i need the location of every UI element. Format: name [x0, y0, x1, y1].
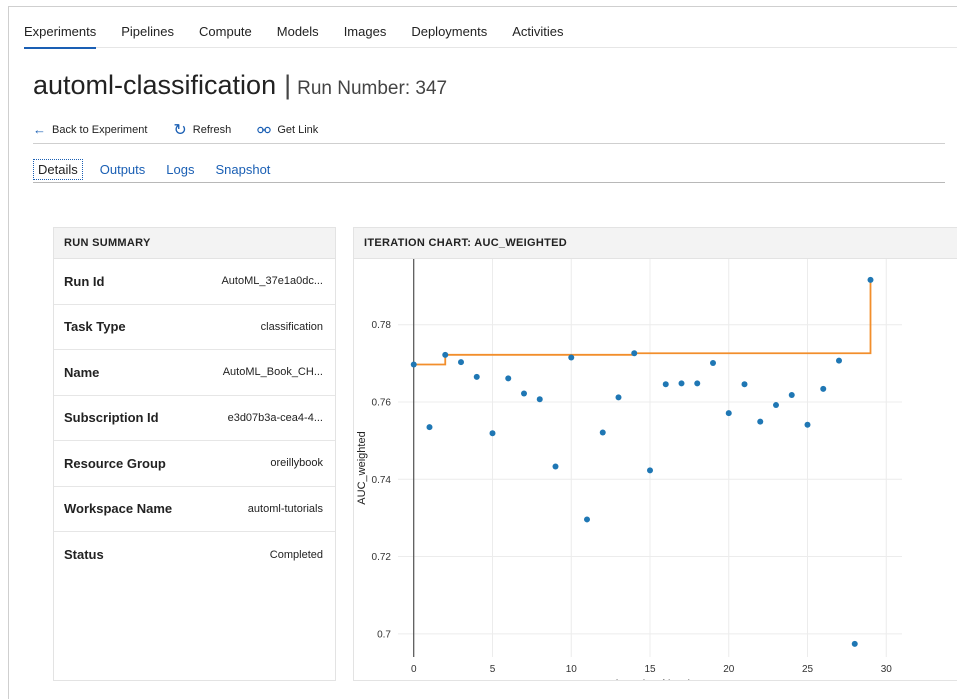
iteration-chart-panel: ITERATION CHART: AUC_WEIGHTED 0 5 10 15 20 25…: [353, 227, 957, 691]
summary-label: Name: [64, 364, 100, 380]
nav-deployments[interactable]: Deployments: [411, 18, 487, 48]
data-point: [410, 361, 417, 368]
data-point: [694, 380, 701, 387]
summary-row-subscription-id: Subscription Id e3d07b3a-cea4-4...: [54, 396, 335, 441]
data-point: [631, 350, 638, 357]
summary-label: Task Type: [64, 319, 126, 335]
back-to-experiment-button[interactable]: ← Back to Experiment: [33, 122, 147, 137]
nav-experiments[interactable]: Experiments: [24, 18, 97, 49]
summary-row-run-id: Run Id AutoML_37e1a0dc...: [54, 259, 335, 305]
tab-outputs[interactable]: Outputs: [96, 160, 150, 179]
summary-value: AutoML_Book_CH...: [222, 366, 323, 379]
data-point: [568, 354, 575, 361]
y-axis-title: AUC_weighted: [356, 431, 368, 504]
best-score-step-line: [413, 279, 872, 366]
y-tick-label: 0.78: [372, 320, 392, 331]
y-tick-label: 0.76: [372, 397, 392, 408]
data-point: [536, 396, 543, 403]
title-separator: |: [284, 70, 292, 100]
summary-row-task-type: Task Type classification: [54, 305, 335, 350]
top-nav: Experiments Pipelines Compute Models Ima…: [24, 18, 957, 49]
subtabs: Details Outputs Logs Snapshot: [33, 157, 945, 183]
y-tick-label: 0.72: [372, 552, 392, 563]
data-point: [505, 375, 512, 382]
tab-details[interactable]: Details: [33, 159, 83, 180]
y-tick-label: 0.7: [377, 629, 391, 640]
iteration-chart-heading: ITERATION CHART: AUC_WEIGHTED: [354, 228, 957, 259]
refresh-label: Refresh: [192, 123, 232, 136]
summary-row-name: Name AutoML_Book_CH...: [54, 350, 335, 396]
data-point: [757, 418, 764, 425]
summary-value: e3d07b3a-cea4-4...: [227, 411, 323, 424]
data-point: [662, 381, 669, 388]
data-point: [615, 394, 622, 401]
summary-row-status: Status Completed: [54, 532, 335, 578]
summary-value: Completed: [269, 548, 323, 561]
x-tick-label: 20: [723, 664, 735, 675]
data-point: [851, 640, 858, 647]
data-point: [426, 424, 433, 431]
data-point: [473, 373, 480, 380]
data-point: [725, 410, 732, 417]
x-tick-label: 25: [802, 664, 814, 675]
action-bar: ← Back to Experiment ↻ Refresh Get Link: [33, 116, 945, 144]
data-point: [678, 380, 685, 387]
x-tick-label: 30: [881, 664, 893, 675]
data-point: [584, 516, 590, 523]
x-axis-title: Iteration Number: [615, 677, 704, 680]
link-icon: [257, 122, 272, 137]
nav-models[interactable]: Models: [277, 18, 319, 48]
summary-label: Resource Group: [64, 455, 166, 471]
nav-activities[interactable]: Activities: [512, 18, 563, 48]
data-point: [820, 385, 827, 392]
data-point: [521, 390, 527, 397]
run-number: Run Number: 347: [297, 78, 448, 99]
back-label: Back to Experiment: [52, 123, 148, 136]
x-tick-label: 5: [490, 664, 496, 675]
summary-value: AutoML_37e1a0dc...: [221, 275, 323, 288]
run-summary-heading: RUN SUMMARY: [54, 228, 335, 259]
iteration-chart[interactable]: 0 5 10 15 20 25 30 0.7 0.72 0.74 0.76 0.78 Iteration…: [354, 259, 957, 691]
data-point: [867, 276, 874, 283]
refresh-button[interactable]: ↻ Refresh: [173, 120, 231, 140]
tab-snapshot[interactable]: Snapshot: [211, 160, 274, 179]
get-link-label: Get Link: [277, 123, 319, 136]
data-point: [836, 357, 842, 364]
nav-compute[interactable]: Compute: [199, 18, 252, 48]
data-point: [489, 430, 496, 437]
x-tick-label: 15: [644, 664, 656, 675]
data-point: [788, 392, 795, 399]
data-point: [804, 421, 811, 428]
summary-row-workspace-name: Workspace Name automl-tutorials: [54, 487, 335, 532]
x-tick-label: 10: [566, 664, 578, 675]
refresh-icon: ↻: [173, 121, 187, 139]
y-tick-label: 0.74: [372, 475, 392, 486]
nav-images[interactable]: Images: [344, 18, 387, 48]
run-summary-panel: RUN SUMMARY Run Id AutoML_37e1a0dc... Ta…: [53, 227, 336, 681]
data-point: [599, 429, 606, 436]
page-title: automl-classification | Run Number: 347: [33, 70, 447, 101]
data-point: [442, 351, 449, 358]
summary-label: Workspace Name: [64, 501, 173, 517]
arrow-left-icon: ←: [33, 122, 46, 137]
summary-label: Run Id: [64, 273, 105, 289]
data-point: [552, 463, 559, 470]
tab-logs[interactable]: Logs: [162, 160, 198, 179]
summary-value: oreillybook: [270, 457, 323, 470]
data-point: [773, 402, 779, 409]
experiment-name: automl-classification: [33, 70, 277, 100]
summary-row-resource-group: Resource Group oreillybook: [54, 441, 335, 487]
data-point: [458, 359, 464, 366]
x-tick-label: 0: [411, 664, 417, 675]
get-link-button[interactable]: Get Link: [257, 122, 318, 137]
nav-pipelines[interactable]: Pipelines: [121, 18, 174, 48]
summary-label: Status: [64, 547, 104, 563]
data-point: [647, 467, 653, 474]
data-point: [710, 359, 716, 366]
summary-value: automl-tutorials: [247, 502, 323, 515]
summary-value: classification: [260, 320, 323, 333]
data-point: [741, 381, 748, 388]
summary-label: Subscription Id: [64, 410, 159, 426]
run-summary-rows: Run Id AutoML_37e1a0dc... Task Type clas…: [54, 259, 335, 578]
